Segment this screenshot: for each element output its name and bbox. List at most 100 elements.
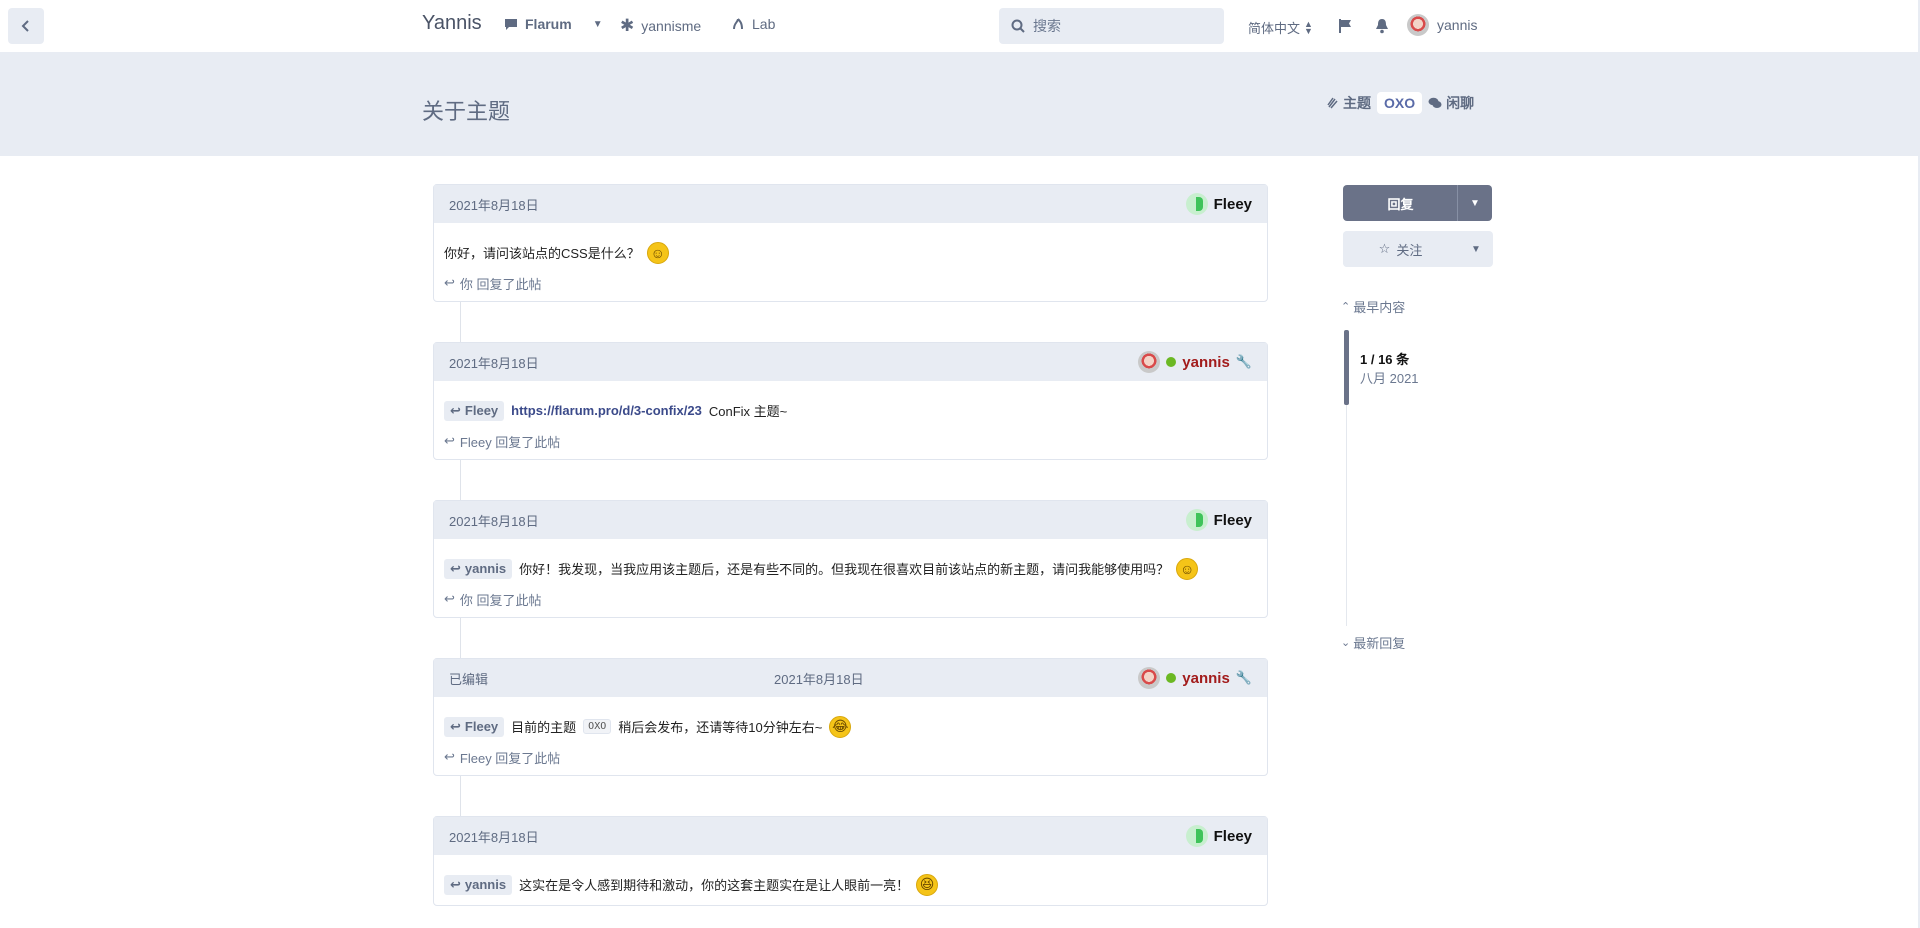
follow-button[interactable]: ☆ 关注 [1343, 231, 1458, 267]
post-gap [433, 618, 1268, 658]
post: 2021年8月18日 Fleey ↩ yannis 这实在是令人感到期待和激动，… [433, 816, 1268, 906]
post-text: ConFix 主题~ [708, 404, 788, 419]
follow-dropdown-button[interactable]: ▼ [1459, 231, 1493, 267]
post-gap [433, 302, 1268, 342]
post-link[interactable]: https://flarum.pro/d/3-confix/23 [511, 403, 702, 418]
post-author[interactable]: Fleey [1185, 825, 1252, 847]
smiley-emoji-icon: ☺ [1176, 557, 1199, 580]
nav-flarum[interactable]: Flarum ▼ [504, 16, 603, 32]
replied-by-text: Fleey 回复了此帖 [459, 434, 561, 450]
mention-name: yannis [464, 561, 507, 576]
author-avatar [1185, 193, 1208, 215]
post-header: 2021年8月18日 Fleey [434, 501, 1267, 539]
user-menu[interactable]: yannis [1407, 14, 1477, 36]
tag-list: 主题 OXO 闲聊 [1327, 92, 1474, 114]
reply-arrow-icon: ↩ [450, 718, 461, 734]
author-avatar [1138, 351, 1161, 373]
reply-dropdown-button[interactable]: ▼ [1458, 185, 1492, 221]
nav-lab-label: Lab [752, 16, 776, 32]
tag-oxo[interactable]: OXO [1377, 92, 1423, 114]
post-header: 2021年8月18日 Fleey [434, 185, 1267, 223]
discussion-hero: 关于主题 主题 OXO 闲聊 [0, 52, 1918, 156]
post-date[interactable]: 2021年8月18日 [774, 669, 864, 688]
post-header: 已编辑 2021年8月18日 yannis 🔧 [434, 659, 1267, 697]
reply-arrow-icon: ↩ [450, 876, 461, 892]
post-date[interactable]: 2021年8月18日 [449, 511, 539, 530]
author-name: Fleey [1213, 511, 1252, 529]
search-input[interactable] [1033, 18, 1213, 34]
replied-by[interactable]: ↩ Fleey 回复了此帖 [434, 747, 1267, 775]
username: yannis [1437, 17, 1478, 33]
post: 2021年8月18日 yannis 🔧 ↩ Fleey https://flar… [433, 342, 1268, 460]
post-mention[interactable]: ↩ Fleey [444, 716, 505, 737]
reply-arrow-icon: ↩ [444, 275, 455, 290]
post-gap [433, 460, 1268, 500]
scrubber-date: 八月 2021 [1360, 371, 1419, 386]
author-name: Fleey [1213, 195, 1252, 213]
scrubber-last[interactable]: ⌄ 最新回复 [1341, 633, 1405, 652]
post-date[interactable]: 2021年8月18日 [449, 827, 539, 846]
author-name: yannis [1182, 353, 1230, 371]
mention-name: Fleey [464, 719, 499, 734]
post-author[interactable]: Fleey [1185, 509, 1252, 531]
laughing-emoji-icon: 😂 [829, 715, 852, 738]
edited-label[interactable]: 已编辑 [449, 669, 488, 688]
back-button[interactable] [8, 8, 44, 44]
flag-icon [1339, 19, 1351, 33]
replied-by-text: Fleey 回复了此帖 [459, 750, 561, 766]
scrubber-first-label: 最早内容 [1353, 300, 1406, 315]
scrubber-handle[interactable] [1344, 330, 1349, 405]
post-gap [433, 776, 1268, 816]
tag-chat[interactable]: 闲聊 [1428, 93, 1474, 113]
author-avatar [1185, 509, 1208, 531]
sort-icon: ▲ ▼ [1304, 18, 1313, 36]
reply-arrow-icon: ↩ [450, 560, 461, 576]
caret-down-icon: ▼ [592, 18, 603, 30]
post-text: 这实在是令人感到期待和激动，你的这套主题实在是让人眼前一亮！ [519, 878, 910, 893]
post-author[interactable]: Fleey [1185, 193, 1252, 215]
post-text-before: 目前的主题 [511, 720, 577, 735]
reply-arrow-icon: ↩ [444, 749, 455, 764]
flag-button[interactable] [1336, 16, 1356, 36]
author-name: yannis [1182, 669, 1230, 687]
tag-theme[interactable]: 主题 [1327, 93, 1371, 113]
caret-down-icon: ▼ [1471, 243, 1481, 255]
author-avatar [1185, 825, 1208, 847]
reply-button[interactable]: 回复 [1343, 185, 1458, 221]
search-box[interactable] [999, 8, 1224, 44]
comments-icon [1428, 97, 1442, 108]
brush-icon [1327, 97, 1338, 109]
post-body: ↩ yannis 这实在是令人感到期待和激动，你的这套主题实在是让人眼前一亮！ … [434, 855, 1267, 905]
post-author[interactable]: yannis 🔧 [1138, 667, 1252, 689]
mention-name: yannis [464, 877, 507, 892]
post-mention[interactable]: ↩ Fleey [444, 400, 505, 421]
site-brand[interactable]: Yannis [422, 12, 482, 35]
post-text-after: 稍后会发布，还请等待10分钟左右~ [618, 720, 823, 735]
mention-name: Fleey [464, 403, 499, 418]
replied-by[interactable]: ↩ 你 回复了此帖 [434, 273, 1267, 301]
user-avatar [1407, 14, 1429, 36]
nav-lab[interactable]: Lab [731, 16, 775, 32]
post-date[interactable]: 2021年8月18日 [449, 353, 539, 372]
scrubber-position: 1 / 16 条 [1360, 352, 1410, 367]
chevron-left-icon [21, 20, 29, 32]
discussion-title: 关于主题 [422, 99, 511, 124]
nav-flarum-label: Flarum [525, 16, 572, 32]
post: 2021年8月18日 Fleey ↩ yannis 你好！我发现，当我应用该主题… [433, 500, 1268, 618]
post-date[interactable]: 2021年8月18日 [449, 195, 539, 214]
language-label: 简体中文 [1248, 21, 1301, 36]
replied-by[interactable]: ↩ 你 回复了此帖 [434, 589, 1267, 617]
post-author[interactable]: yannis 🔧 [1138, 351, 1252, 373]
online-indicator [1166, 357, 1177, 367]
scrubber-first[interactable]: ⌃ 最早内容 [1341, 297, 1405, 316]
post-mention[interactable]: ↩ yannis [444, 874, 513, 895]
post-text: 你好，请问该站点的CSS是什么？ [444, 246, 640, 261]
notifications-button[interactable] [1372, 16, 1392, 36]
language-selector[interactable]: 简体中文 ▲ ▼ [1248, 18, 1313, 37]
replied-by[interactable]: ↩ Fleey 回复了此帖 [434, 431, 1267, 459]
post-mention[interactable]: ↩ yannis [444, 558, 513, 579]
reply-arrow-icon: ↩ [450, 402, 461, 418]
post: 已编辑 2021年8月18日 yannis 🔧 ↩ Fleey 目前的主题 OX… [433, 658, 1268, 776]
nav-yannisme[interactable]: ✱ yannisme [620, 16, 701, 36]
follow-label: 关注 [1396, 242, 1423, 258]
